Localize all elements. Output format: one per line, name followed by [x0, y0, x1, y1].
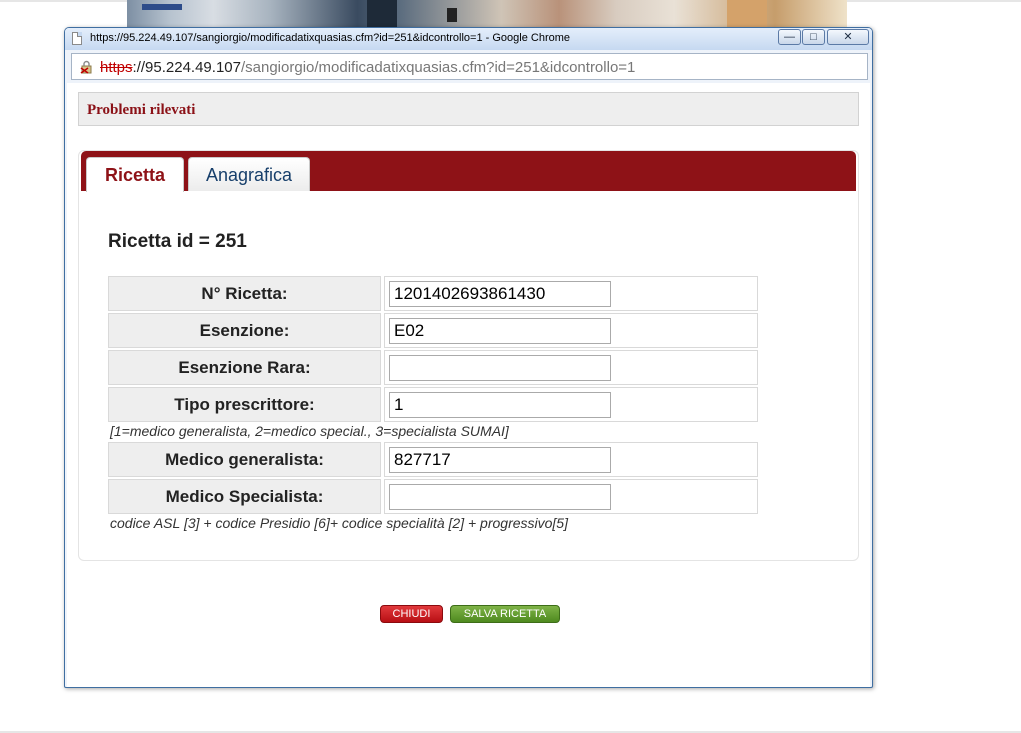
- window-titlebar[interactable]: https://95.224.49.107/sangiorgio/modific…: [65, 28, 872, 50]
- window-close-button[interactable]: ✕: [827, 29, 869, 45]
- minimize-button[interactable]: —: [778, 29, 801, 45]
- address-bar[interactable]: https://95.224.49.107/sangiorgio/modific…: [71, 53, 868, 80]
- medico-specialista-hint: codice ASL [3] + codice Presidio [6]+ co…: [110, 515, 568, 531]
- form-row-n-ricetta: N° Ricetta: 1201402693861430: [108, 276, 758, 311]
- medico-specialista-label: Medico Specialista:: [108, 479, 381, 514]
- tipo-prescrittore-input[interactable]: 1: [389, 392, 611, 418]
- form-cell: [384, 479, 758, 514]
- background-photo-detail: [447, 8, 457, 22]
- page-icon: [72, 32, 82, 45]
- form-row-medico-specialista: Medico Specialista:: [108, 479, 758, 514]
- url-text[interactable]: https://95.224.49.107/sangiorgio/modific…: [100, 59, 635, 76]
- salva-ricetta-button[interactable]: SALVA RICETTA: [450, 605, 560, 623]
- background-photo: [127, 0, 847, 30]
- esenzione-rara-input[interactable]: [389, 355, 611, 381]
- medico-specialista-input[interactable]: [389, 484, 611, 510]
- tab-anagrafica[interactable]: Anagrafica: [188, 157, 310, 191]
- popup-window: https://95.224.49.107/sangiorgio/modific…: [64, 27, 873, 688]
- form-row-medico-generalista: Medico generalista: 827717: [108, 442, 758, 477]
- esenzione-input[interactable]: E02: [389, 318, 611, 344]
- form-row-tipo-prescrittore: Tipo prescrittore: 1: [108, 387, 758, 422]
- background-photo-detail: [727, 0, 767, 30]
- form-row-esenzione-rara: Esenzione Rara:: [108, 350, 758, 385]
- maximize-button[interactable]: □: [802, 29, 825, 45]
- n-ricetta-label: N° Ricetta:: [108, 276, 381, 311]
- form-cell: 1: [384, 387, 758, 422]
- tab-panel: Ricetta Anagrafica Ricetta id = 251 N° R…: [78, 150, 859, 561]
- url-scheme: https: [100, 59, 133, 76]
- form-cell: E02: [384, 313, 758, 348]
- problemi-label: Problemi rilevati: [87, 102, 196, 118]
- problemi-header[interactable]: Problemi rilevati: [78, 92, 859, 126]
- esenzione-rara-label: Esenzione Rara:: [108, 350, 381, 385]
- broken-lock-icon[interactable]: [80, 60, 94, 74]
- page-title: Ricetta id = 251: [108, 231, 247, 252]
- page-content: Problemi rilevati Ricetta Anagrafica Ric…: [67, 83, 870, 687]
- url-host: 95.224.49.107: [145, 59, 241, 76]
- tipo-prescrittore-hint: [1=medico generalista, 2=medico special.…: [110, 423, 509, 439]
- chiudi-button[interactable]: CHIUDI: [380, 605, 443, 623]
- url-separator: ://: [132, 59, 146, 76]
- form-cell: 827717: [384, 442, 758, 477]
- n-ricetta-input[interactable]: 1201402693861430: [389, 281, 611, 307]
- background-photo-detail: [142, 4, 182, 10]
- form-cell: [384, 350, 758, 385]
- form-cell: 1201402693861430: [384, 276, 758, 311]
- medico-generalista-label: Medico generalista:: [108, 442, 381, 477]
- tab-ricetta[interactable]: Ricetta: [86, 157, 184, 192]
- background-photo-detail: [367, 0, 397, 30]
- medico-generalista-input[interactable]: 827717: [389, 447, 611, 473]
- window-title: https://95.224.49.107/sangiorgio/modific…: [90, 32, 571, 44]
- form-row-esenzione: Esenzione: E02: [108, 313, 758, 348]
- url-path: /sangiorgio/modificadatixquasias.cfm?id=…: [240, 59, 636, 76]
- ricetta-form: N° Ricetta: 1201402693861430 Esenzione: …: [108, 276, 758, 534]
- esenzione-label: Esenzione:: [108, 313, 381, 348]
- tipo-prescrittore-label: Tipo prescrittore:: [108, 387, 381, 422]
- tab-bar: Ricetta Anagrafica: [81, 151, 856, 192]
